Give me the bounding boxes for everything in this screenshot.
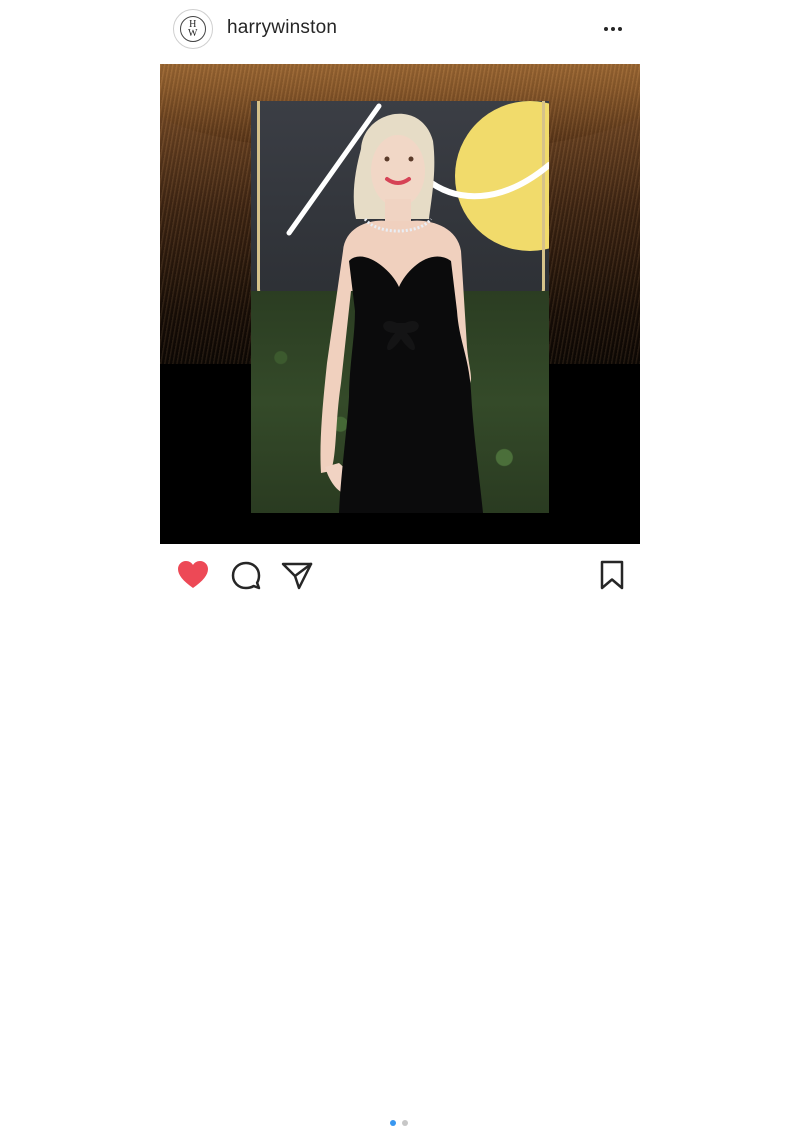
post-actions xyxy=(0,548,800,1126)
photo xyxy=(251,101,549,513)
bookmark-icon[interactable] xyxy=(600,560,624,590)
carousel-indicator xyxy=(390,1120,414,1128)
post-media[interactable] xyxy=(160,64,640,544)
comment-icon[interactable] xyxy=(230,560,262,590)
carousel-dot-active xyxy=(390,1120,396,1126)
avatar[interactable]: H W xyxy=(173,9,213,49)
avatar-monogram-bottom: W xyxy=(188,28,198,39)
send-icon[interactable] xyxy=(281,560,313,590)
avatar-monogram: H W xyxy=(180,16,206,42)
heart-icon[interactable] xyxy=(177,560,209,590)
person-figure xyxy=(320,113,483,513)
more-options-icon[interactable] xyxy=(601,19,625,39)
carousel-dot xyxy=(402,1120,408,1126)
username[interactable]: harrywinston xyxy=(227,17,337,39)
post-header: H W harrywinston xyxy=(0,0,800,60)
